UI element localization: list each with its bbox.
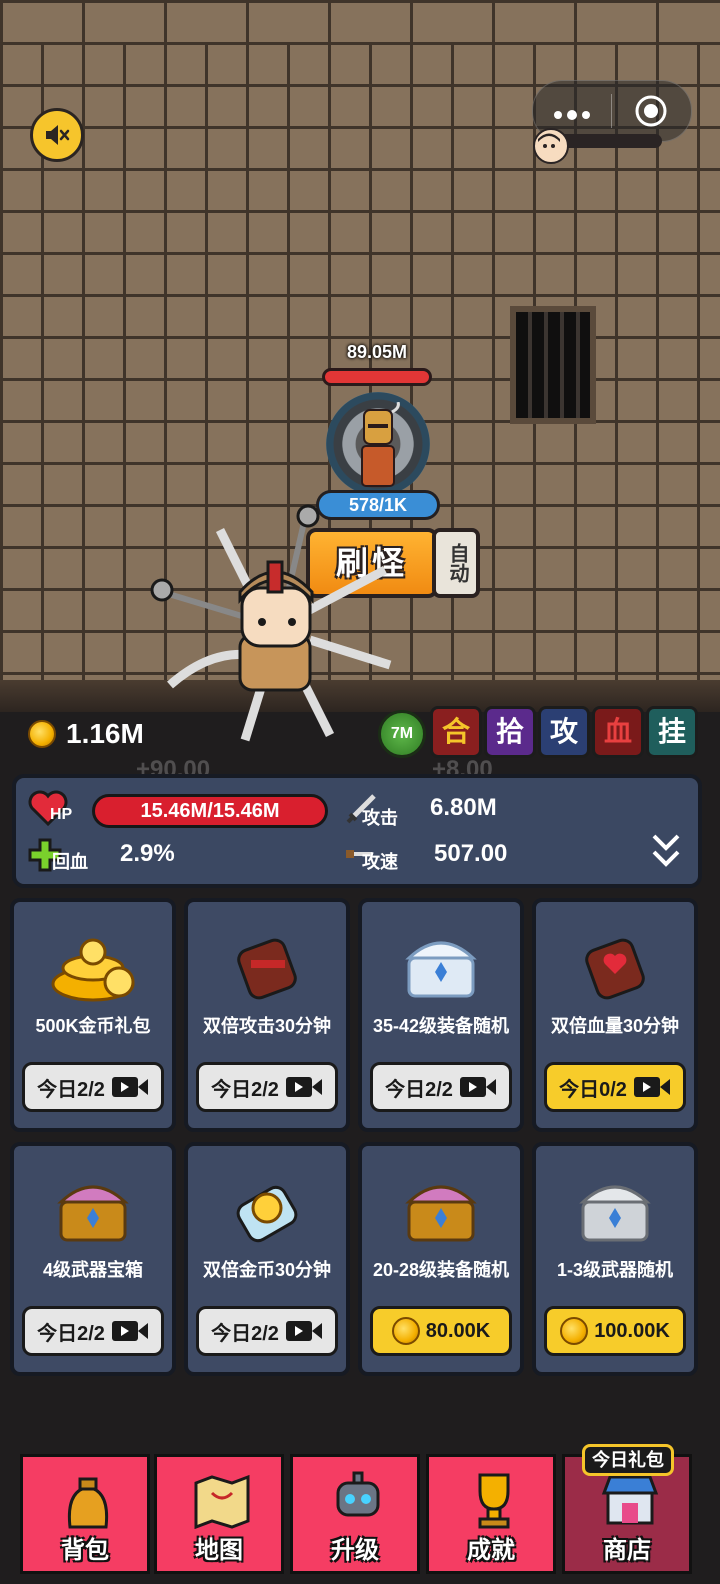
gold-coin-icon	[391, 1317, 420, 1345]
buff-tile[interactable]: 挂	[646, 706, 698, 758]
attack-value: 6.80M	[430, 794, 497, 821]
speed-value: 507.00	[434, 840, 508, 867]
nav-label: 地图	[195, 1537, 243, 1564]
claim-button[interactable]: 今日0/2	[544, 1062, 686, 1112]
buff-tile[interactable]: 拾	[484, 706, 536, 758]
button-label: 今日2/2	[211, 1078, 279, 1101]
gold-chest-icon	[57, 1185, 129, 1242]
nav-label: 商店	[603, 1537, 651, 1564]
shop-item-title: 双倍攻击30分钟	[202, 1016, 332, 1036]
gold-pile-icon	[51, 938, 135, 1002]
shop-item-card: 双倍金币30分钟今日2/2	[184, 1142, 350, 1376]
button-label: 今日2/2	[37, 1322, 105, 1345]
regen-value: 2.9%	[120, 840, 175, 867]
video-camera-icon	[111, 1077, 148, 1097]
mute-button[interactable]	[30, 108, 84, 162]
claim-button[interactable]: 100.00K	[544, 1306, 686, 1356]
crystal-chest-icon	[405, 941, 477, 998]
daily-gift-badge[interactable]: 今日礼包	[582, 1444, 674, 1476]
expand-chevron-icon[interactable]	[650, 832, 682, 868]
more-menu-button[interactable]	[533, 101, 611, 121]
buff-tile[interactable]: 合	[430, 706, 482, 758]
price-label: 80.00K	[425, 1319, 491, 1342]
shop-item-card: 1-3级武器随机 100.00K	[532, 1142, 698, 1376]
video-camera-icon	[459, 1077, 496, 1097]
robot-icon	[336, 1471, 380, 1517]
enemy-hp-bar	[322, 368, 432, 386]
gold-coin-icon	[560, 1317, 589, 1345]
attack-label: 攻击	[362, 808, 398, 828]
trophy-icon	[478, 1473, 510, 1529]
scroll-icon	[237, 938, 297, 1000]
claim-button[interactable]: 今日2/2	[370, 1062, 512, 1112]
hero-character	[150, 504, 392, 742]
regen-label: 回血	[52, 852, 88, 872]
claim-button[interactable]: 今日2/2	[22, 1062, 164, 1112]
claim-button[interactable]: 80.00K	[370, 1306, 512, 1356]
shop-item-title: 500K金币礼包	[35, 1016, 151, 1036]
gold-counter: 1.16M	[28, 718, 144, 750]
speed-label: 攻速	[362, 852, 398, 872]
map-icon	[194, 1474, 250, 1529]
video-camera-icon	[633, 1077, 670, 1097]
shop-item-title: 双倍血量30分钟	[550, 1016, 680, 1036]
claim-button[interactable]: 今日2/2	[196, 1306, 338, 1356]
auto-spawn-toggle[interactable]: 自动	[432, 528, 480, 598]
buff-tile[interactable]: 血	[592, 706, 644, 758]
heart-scroll-icon	[585, 938, 645, 1000]
shop-item-title: 20-28级装备随机	[372, 1260, 510, 1280]
shop-item-card: 500K金币礼包 今日2/2	[10, 898, 176, 1132]
more-dots-icon	[554, 110, 590, 120]
hp-label: HP	[50, 806, 73, 823]
price-label: 100.00K	[594, 1319, 670, 1342]
button-label: 今日2/2	[385, 1078, 453, 1101]
button-label: 今日2/2	[37, 1078, 105, 1101]
shop-item-title: 1-3级武器随机	[556, 1260, 673, 1280]
stats-panel: HP 15.46M/15.46M 回血 2.9% 攻击 6.80M 攻速 507…	[12, 774, 702, 888]
claim-button[interactable]: 今日2/2	[22, 1306, 164, 1356]
button-label: 今日2/2	[211, 1322, 279, 1345]
close-miniprogram-button[interactable]	[612, 93, 690, 129]
nav-label: 成就	[467, 1537, 515, 1564]
shop-item-card: 20-28级装备随机 80.00K	[358, 1142, 524, 1376]
nav-item-robot[interactable]: 升级	[290, 1454, 420, 1574]
nav-label: 升级	[331, 1537, 379, 1564]
button-label: 今日0/2	[559, 1078, 627, 1101]
video-camera-icon	[285, 1321, 322, 1341]
gold-amount: 1.16M	[66, 718, 144, 749]
nav-item-trophy[interactable]: 成就	[426, 1454, 556, 1574]
target-circle-icon	[635, 95, 667, 127]
speaker-muted-icon	[46, 125, 70, 145]
enemy-hp-value: 89.05M	[346, 342, 408, 362]
coin-scroll-icon	[236, 1185, 298, 1243]
shop-item-card: 双倍血量30分钟今日0/2	[532, 898, 698, 1132]
gold-coin-icon	[28, 720, 56, 748]
barred-window	[510, 306, 596, 424]
shop-item-card: 4级武器宝箱今日2/2	[10, 1142, 176, 1376]
shop-item-title: 双倍金币30分钟	[202, 1260, 332, 1280]
shop-item-card: 35-42级装备随机今日2/2	[358, 898, 524, 1132]
player-avatar	[533, 128, 569, 164]
nav-item-bag[interactable]: 背包	[20, 1454, 150, 1574]
shop-item-title: 4级武器宝箱	[42, 1260, 143, 1280]
silver-chest-icon	[579, 1185, 651, 1242]
nav-item-map[interactable]: 地图	[154, 1454, 284, 1574]
nav-label: 背包	[61, 1537, 109, 1564]
buff-tile[interactable]: 攻	[538, 706, 590, 758]
enemy-knight-icon	[361, 402, 400, 487]
gold-chest-icon	[405, 1185, 477, 1242]
hp-bar: 15.46M/15.46M	[92, 794, 328, 828]
bag-icon	[67, 1477, 109, 1529]
shop-icon	[601, 1475, 659, 1525]
shop-item-title: 35-42级装备随机	[372, 1016, 510, 1036]
video-camera-icon	[285, 1077, 322, 1097]
shop-item-card: 双倍攻击30分钟今日2/2	[184, 898, 350, 1132]
claim-button[interactable]: 今日2/2	[196, 1062, 338, 1112]
video-camera-icon	[111, 1321, 148, 1341]
